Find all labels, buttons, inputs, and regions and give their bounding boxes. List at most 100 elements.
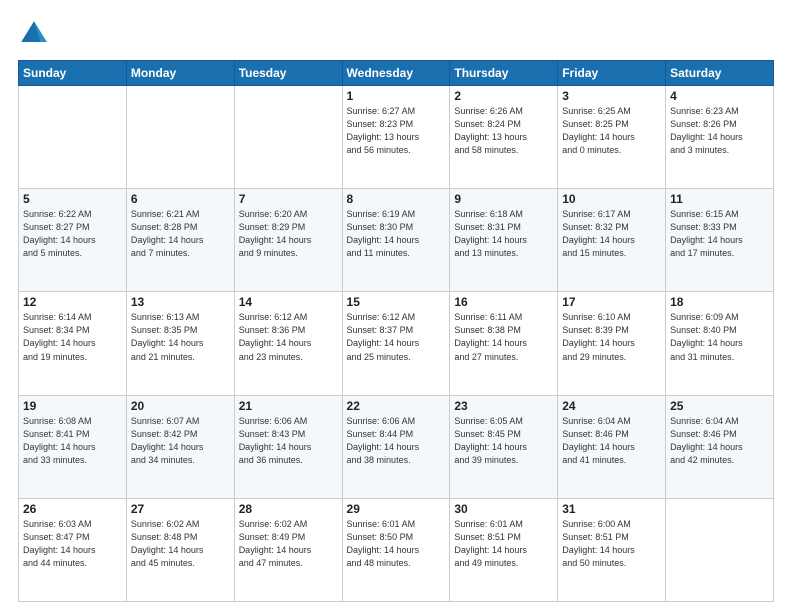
day-info: Sunrise: 6:26 AM Sunset: 8:24 PM Dayligh… <box>454 105 553 157</box>
calendar-cell: 2 Sunrise: 6:26 AM Sunset: 8:24 PM Daylig… <box>450 86 558 189</box>
calendar-cell: 12Sunrise: 6:14 AM Sunset: 8:34 PM Dayli… <box>19 292 127 395</box>
weekday-header-friday: Friday <box>558 61 666 86</box>
weekday-header-wednesday: Wednesday <box>342 61 450 86</box>
day-number: 7 <box>239 192 338 206</box>
day-number: 9 <box>454 192 553 206</box>
day-number: 18 <box>670 295 769 309</box>
week-row-0: 1Sunrise: 6:27 AM Sunset: 8:23 PM Daylig… <box>19 86 774 189</box>
calendar-cell <box>666 498 774 601</box>
day-info: Sunrise: 6:15 AM Sunset: 8:33 PM Dayligh… <box>670 208 769 260</box>
day-number: 15 <box>347 295 446 309</box>
day-number: 28 <box>239 502 338 516</box>
weekday-header-sunday: Sunday <box>19 61 127 86</box>
calendar-cell: 4Sunrise: 6:23 AM Sunset: 8:26 PM Daylig… <box>666 86 774 189</box>
day-info: Sunrise: 6:17 AM Sunset: 8:32 PM Dayligh… <box>562 208 661 260</box>
day-number: 19 <box>23 399 122 413</box>
day-info: Sunrise: 6:01 AM Sunset: 8:51 PM Dayligh… <box>454 518 553 570</box>
day-number: 17 <box>562 295 661 309</box>
day-info: Sunrise: 6:07 AM Sunset: 8:42 PM Dayligh… <box>131 415 230 467</box>
day-number: 2 <box>454 89 553 103</box>
day-number: 3 <box>562 89 661 103</box>
day-number: 12 <box>23 295 122 309</box>
calendar-cell: 15 Sunrise: 6:12 AM Sunset: 8:37 PM Dayli… <box>342 292 450 395</box>
header <box>18 18 774 50</box>
weekday-header-tuesday: Tuesday <box>234 61 342 86</box>
day-info: Sunrise: 6:06 AM Sunset: 8:43 PM Dayligh… <box>239 415 338 467</box>
calendar-cell: 6Sunrise: 6:21 AM Sunset: 8:28 PM Daylig… <box>126 189 234 292</box>
day-number: 20 <box>131 399 230 413</box>
day-info: Sunrise: 6:12 AM Sunset: 8:37 PM Dayligh… <box>347 311 446 363</box>
calendar-cell: 14 Sunrise: 6:12 AM Sunset: 8:36 PM Dayli… <box>234 292 342 395</box>
day-number: 21 <box>239 399 338 413</box>
calendar-cell: 18 Sunrise: 6:09 AM Sunset: 8:40 PM Dayli… <box>666 292 774 395</box>
weekday-header-saturday: Saturday <box>666 61 774 86</box>
calendar-cell: 19 Sunrise: 6:08 AM Sunset: 8:41 PM Dayli… <box>19 395 127 498</box>
day-number: 6 <box>131 192 230 206</box>
day-number: 8 <box>347 192 446 206</box>
day-info: Sunrise: 6:09 AM Sunset: 8:40 PM Dayligh… <box>670 311 769 363</box>
calendar-cell: 27 Sunrise: 6:02 AM Sunset: 8:48 PM Dayli… <box>126 498 234 601</box>
day-number: 25 <box>670 399 769 413</box>
weekday-header-row: SundayMondayTuesdayWednesdayThursdayFrid… <box>19 61 774 86</box>
day-number: 30 <box>454 502 553 516</box>
day-info: Sunrise: 6:04 AM Sunset: 8:46 PM Dayligh… <box>562 415 661 467</box>
calendar-cell: 31Sunrise: 6:00 AM Sunset: 8:51 PM Dayli… <box>558 498 666 601</box>
day-info: Sunrise: 6:23 AM Sunset: 8:26 PM Dayligh… <box>670 105 769 157</box>
day-info: Sunrise: 6:00 AM Sunset: 8:51 PM Dayligh… <box>562 518 661 570</box>
calendar-cell: 23 Sunrise: 6:05 AM Sunset: 8:45 PM Dayli… <box>450 395 558 498</box>
calendar-cell: 24 Sunrise: 6:04 AM Sunset: 8:46 PM Dayli… <box>558 395 666 498</box>
logo <box>18 18 54 50</box>
calendar-cell: 16 Sunrise: 6:11 AM Sunset: 8:38 PM Dayli… <box>450 292 558 395</box>
day-number: 10 <box>562 192 661 206</box>
calendar-cell: 9 Sunrise: 6:18 AM Sunset: 8:31 PM Daylig… <box>450 189 558 292</box>
calendar-cell <box>126 86 234 189</box>
calendar-cell: 7 Sunrise: 6:20 AM Sunset: 8:29 PM Daylig… <box>234 189 342 292</box>
day-info: Sunrise: 6:02 AM Sunset: 8:48 PM Dayligh… <box>131 518 230 570</box>
day-number: 13 <box>131 295 230 309</box>
week-row-2: 12Sunrise: 6:14 AM Sunset: 8:34 PM Dayli… <box>19 292 774 395</box>
day-info: Sunrise: 6:12 AM Sunset: 8:36 PM Dayligh… <box>239 311 338 363</box>
calendar-cell: 26 Sunrise: 6:03 AM Sunset: 8:47 PM Dayli… <box>19 498 127 601</box>
day-number: 26 <box>23 502 122 516</box>
day-number: 29 <box>347 502 446 516</box>
day-info: Sunrise: 6:20 AM Sunset: 8:29 PM Dayligh… <box>239 208 338 260</box>
day-number: 14 <box>239 295 338 309</box>
calendar-cell: 3 Sunrise: 6:25 AM Sunset: 8:25 PM Daylig… <box>558 86 666 189</box>
calendar-cell: 20 Sunrise: 6:07 AM Sunset: 8:42 PM Dayli… <box>126 395 234 498</box>
calendar-cell: 25 Sunrise: 6:04 AM Sunset: 8:46 PM Dayli… <box>666 395 774 498</box>
calendar-cell: 22 Sunrise: 6:06 AM Sunset: 8:44 PM Dayli… <box>342 395 450 498</box>
day-number: 24 <box>562 399 661 413</box>
day-number: 5 <box>23 192 122 206</box>
weekday-header-thursday: Thursday <box>450 61 558 86</box>
day-number: 1 <box>347 89 446 103</box>
calendar-cell: 28Sunrise: 6:02 AM Sunset: 8:49 PM Dayli… <box>234 498 342 601</box>
calendar-cell: 29 Sunrise: 6:01 AM Sunset: 8:50 PM Dayli… <box>342 498 450 601</box>
day-info: Sunrise: 6:11 AM Sunset: 8:38 PM Dayligh… <box>454 311 553 363</box>
calendar-cell: 17 Sunrise: 6:10 AM Sunset: 8:39 PM Dayli… <box>558 292 666 395</box>
calendar-cell: 8 Sunrise: 6:19 AM Sunset: 8:30 PM Daylig… <box>342 189 450 292</box>
calendar-cell: 30 Sunrise: 6:01 AM Sunset: 8:51 PM Dayli… <box>450 498 558 601</box>
day-info: Sunrise: 6:10 AM Sunset: 8:39 PM Dayligh… <box>562 311 661 363</box>
weekday-header-monday: Monday <box>126 61 234 86</box>
logo-icon <box>18 18 50 50</box>
day-info: Sunrise: 6:22 AM Sunset: 8:27 PM Dayligh… <box>23 208 122 260</box>
day-info: Sunrise: 6:03 AM Sunset: 8:47 PM Dayligh… <box>23 518 122 570</box>
day-info: Sunrise: 6:06 AM Sunset: 8:44 PM Dayligh… <box>347 415 446 467</box>
calendar-cell <box>19 86 127 189</box>
day-info: Sunrise: 6:18 AM Sunset: 8:31 PM Dayligh… <box>454 208 553 260</box>
calendar-cell: 13Sunrise: 6:13 AM Sunset: 8:35 PM Dayli… <box>126 292 234 395</box>
day-info: Sunrise: 6:25 AM Sunset: 8:25 PM Dayligh… <box>562 105 661 157</box>
day-info: Sunrise: 6:04 AM Sunset: 8:46 PM Dayligh… <box>670 415 769 467</box>
day-info: Sunrise: 6:05 AM Sunset: 8:45 PM Dayligh… <box>454 415 553 467</box>
calendar-cell: 5 Sunrise: 6:22 AM Sunset: 8:27 PM Daylig… <box>19 189 127 292</box>
day-info: Sunrise: 6:08 AM Sunset: 8:41 PM Dayligh… <box>23 415 122 467</box>
day-number: 27 <box>131 502 230 516</box>
day-info: Sunrise: 6:01 AM Sunset: 8:50 PM Dayligh… <box>347 518 446 570</box>
day-number: 23 <box>454 399 553 413</box>
day-number: 22 <box>347 399 446 413</box>
week-row-4: 26 Sunrise: 6:03 AM Sunset: 8:47 PM Dayli… <box>19 498 774 601</box>
page: SundayMondayTuesdayWednesdayThursdayFrid… <box>0 0 792 612</box>
day-number: 16 <box>454 295 553 309</box>
day-info: Sunrise: 6:19 AM Sunset: 8:30 PM Dayligh… <box>347 208 446 260</box>
calendar-cell: 10 Sunrise: 6:17 AM Sunset: 8:32 PM Dayli… <box>558 189 666 292</box>
